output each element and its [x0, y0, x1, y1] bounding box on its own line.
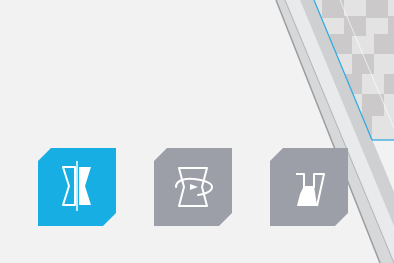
mirror-button[interactable] — [38, 148, 116, 226]
lay-flat-button[interactable] — [270, 148, 348, 226]
viewport[interactable] — [0, 0, 394, 263]
lay-flat-icon — [270, 148, 348, 226]
mirror-icon — [38, 148, 116, 226]
rotate-button[interactable] — [154, 148, 232, 226]
rotate-icon — [154, 148, 232, 226]
